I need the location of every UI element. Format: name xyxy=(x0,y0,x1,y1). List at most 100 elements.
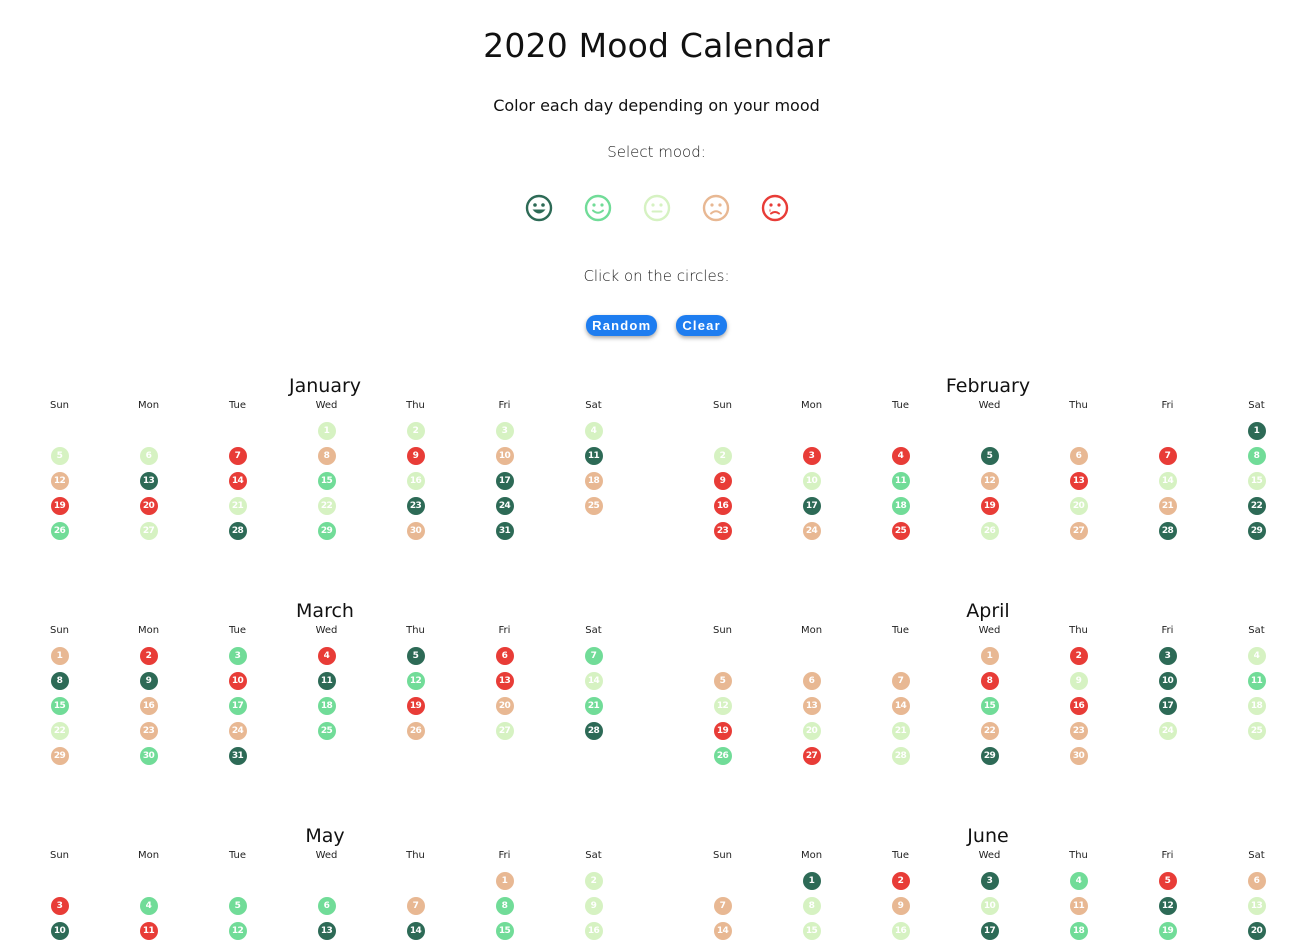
day-circle[interactable]: 6 xyxy=(802,671,821,690)
day-circle[interactable]: 17 xyxy=(228,696,247,715)
day-circle[interactable]: 10 xyxy=(495,446,514,465)
day-circle[interactable]: 6 xyxy=(317,896,336,915)
day-circle[interactable]: 19 xyxy=(980,496,999,515)
day-circle[interactable]: 2 xyxy=(891,871,910,890)
day-circle[interactable]: 20 xyxy=(139,496,158,515)
day-circle[interactable]: 21 xyxy=(228,496,247,515)
day-circle[interactable]: 11 xyxy=(139,921,158,940)
day-circle[interactable]: 3 xyxy=(802,446,821,465)
clear-button[interactable]: Clear xyxy=(676,315,727,336)
day-circle[interactable]: 28 xyxy=(584,721,603,740)
day-circle[interactable]: 5 xyxy=(228,896,247,915)
day-circle[interactable]: 27 xyxy=(1069,521,1088,540)
day-circle[interactable]: 19 xyxy=(406,696,425,715)
day-circle[interactable]: 7 xyxy=(713,896,732,915)
day-circle[interactable]: 9 xyxy=(713,471,732,490)
day-circle[interactable]: 9 xyxy=(406,446,425,465)
day-circle[interactable]: 20 xyxy=(1247,921,1266,940)
day-circle[interactable]: 16 xyxy=(139,696,158,715)
day-circle[interactable]: 15 xyxy=(1247,471,1266,490)
day-circle[interactable]: 2 xyxy=(406,421,425,440)
day-circle[interactable]: 14 xyxy=(713,921,732,940)
day-circle[interactable]: 14 xyxy=(891,696,910,715)
frown-icon[interactable] xyxy=(702,194,730,222)
day-circle[interactable]: 11 xyxy=(584,446,603,465)
day-circle[interactable]: 15 xyxy=(495,921,514,940)
day-circle[interactable]: 28 xyxy=(228,521,247,540)
day-circle[interactable]: 21 xyxy=(584,696,603,715)
day-circle[interactable]: 2 xyxy=(584,871,603,890)
day-circle[interactable]: 15 xyxy=(50,696,69,715)
day-circle[interactable]: 31 xyxy=(495,521,514,540)
smile-icon[interactable] xyxy=(584,194,612,222)
day-circle[interactable]: 5 xyxy=(406,646,425,665)
day-circle[interactable]: 14 xyxy=(1158,471,1177,490)
day-circle[interactable]: 1 xyxy=(317,421,336,440)
day-circle[interactable]: 17 xyxy=(802,496,821,515)
day-circle[interactable]: 12 xyxy=(228,921,247,940)
day-circle[interactable]: 8 xyxy=(50,671,69,690)
day-circle[interactable]: 24 xyxy=(495,496,514,515)
day-circle[interactable]: 3 xyxy=(50,896,69,915)
sad-tear-icon[interactable] xyxy=(761,194,789,222)
day-circle[interactable]: 1 xyxy=(802,871,821,890)
day-circle[interactable]: 7 xyxy=(1158,446,1177,465)
day-circle[interactable]: 25 xyxy=(317,721,336,740)
day-circle[interactable]: 9 xyxy=(584,896,603,915)
day-circle[interactable]: 14 xyxy=(406,921,425,940)
day-circle[interactable]: 26 xyxy=(980,521,999,540)
day-circle[interactable]: 7 xyxy=(891,671,910,690)
day-circle[interactable]: 8 xyxy=(980,671,999,690)
day-circle[interactable]: 3 xyxy=(980,871,999,890)
day-circle[interactable]: 4 xyxy=(584,421,603,440)
day-circle[interactable]: 25 xyxy=(891,521,910,540)
day-circle[interactable]: 28 xyxy=(891,746,910,765)
day-circle[interactable]: 2 xyxy=(1069,646,1088,665)
day-circle[interactable]: 24 xyxy=(228,721,247,740)
day-circle[interactable]: 10 xyxy=(228,671,247,690)
day-circle[interactable]: 4 xyxy=(891,446,910,465)
day-circle[interactable]: 29 xyxy=(980,746,999,765)
day-circle[interactable]: 30 xyxy=(1069,746,1088,765)
day-circle[interactable]: 6 xyxy=(1069,446,1088,465)
day-circle[interactable]: 25 xyxy=(1247,721,1266,740)
day-circle[interactable]: 10 xyxy=(1158,671,1177,690)
day-circle[interactable]: 1 xyxy=(980,646,999,665)
day-circle[interactable]: 8 xyxy=(1247,446,1266,465)
day-circle[interactable]: 29 xyxy=(317,521,336,540)
day-circle[interactable]: 10 xyxy=(50,921,69,940)
day-circle[interactable]: 13 xyxy=(317,921,336,940)
day-circle[interactable]: 14 xyxy=(584,671,603,690)
day-circle[interactable]: 19 xyxy=(1158,921,1177,940)
day-circle[interactable]: 7 xyxy=(584,646,603,665)
day-circle[interactable]: 15 xyxy=(802,921,821,940)
day-circle[interactable]: 6 xyxy=(495,646,514,665)
day-circle[interactable]: 16 xyxy=(584,921,603,940)
day-circle[interactable]: 12 xyxy=(980,471,999,490)
day-circle[interactable]: 31 xyxy=(228,746,247,765)
day-circle[interactable]: 18 xyxy=(584,471,603,490)
day-circle[interactable]: 16 xyxy=(891,921,910,940)
day-circle[interactable]: 27 xyxy=(139,521,158,540)
day-circle[interactable]: 8 xyxy=(495,896,514,915)
day-circle[interactable]: 26 xyxy=(713,746,732,765)
day-circle[interactable]: 22 xyxy=(50,721,69,740)
day-circle[interactable]: 24 xyxy=(802,521,821,540)
day-circle[interactable]: 21 xyxy=(891,721,910,740)
day-circle[interactable]: 8 xyxy=(317,446,336,465)
day-circle[interactable]: 20 xyxy=(1069,496,1088,515)
day-circle[interactable]: 18 xyxy=(891,496,910,515)
day-circle[interactable]: 3 xyxy=(495,421,514,440)
day-circle[interactable]: 23 xyxy=(713,521,732,540)
day-circle[interactable]: 13 xyxy=(495,671,514,690)
day-circle[interactable]: 13 xyxy=(1069,471,1088,490)
day-circle[interactable]: 15 xyxy=(317,471,336,490)
day-circle[interactable]: 18 xyxy=(1069,921,1088,940)
day-circle[interactable]: 2 xyxy=(713,446,732,465)
day-circle[interactable]: 18 xyxy=(317,696,336,715)
grin-icon[interactable] xyxy=(525,194,553,222)
day-circle[interactable]: 17 xyxy=(495,471,514,490)
day-circle[interactable]: 3 xyxy=(228,646,247,665)
day-circle[interactable]: 28 xyxy=(1158,521,1177,540)
neutral-face-icon[interactable] xyxy=(643,194,671,222)
